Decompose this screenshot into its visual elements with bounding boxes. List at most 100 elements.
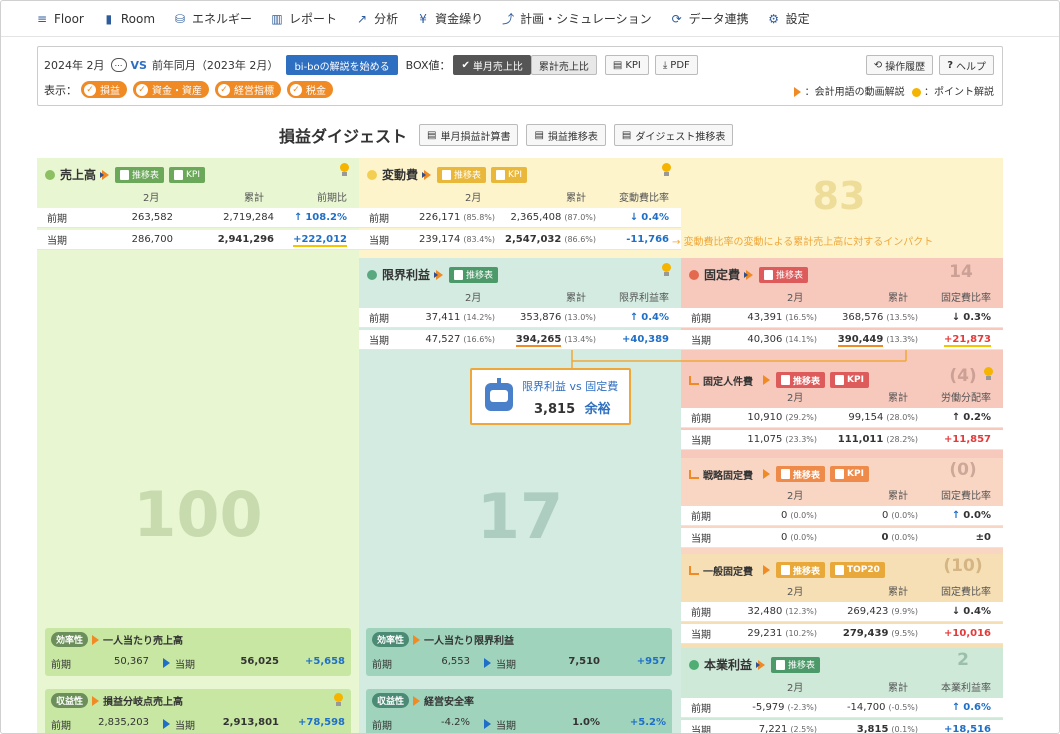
diff-value: -11,766	[626, 234, 669, 245]
nav-item-0[interactable]: ≡ Floor	[35, 12, 84, 26]
sales-per-person-card[interactable]: 効率性 一人当たり売上高 前期 50,367 当期 56,025 +5,658	[45, 628, 351, 676]
nav-item-3[interactable]: ▥ レポート	[270, 10, 337, 27]
month-percent: (14.1%)	[785, 335, 817, 344]
video-play-icon[interactable]	[413, 695, 421, 706]
video-play-icon[interactable]	[92, 695, 100, 706]
video-play-icon[interactable]	[763, 469, 770, 479]
display-chip-1[interactable]: ✓ 資金・資産	[133, 81, 209, 98]
comment-icon[interactable]: …	[110, 58, 127, 72]
help-label: ヘルプ	[956, 61, 986, 73]
breakeven-sales-card[interactable]: 収益性 損益分岐点売上高 前期 2,835,203 当期 2,913,801 +78,598	[45, 689, 351, 733]
variable-trend-button[interactable]: 推移表	[437, 166, 487, 183]
video-play-icon[interactable]	[434, 269, 444, 280]
table-header-row: 2月 累計 変動費比率	[359, 186, 681, 206]
operating-profit-panel: 本業利益 推移表 2 2月 累計 本業利益率 前期 -5,979 (-2.3%) -14,7…	[681, 648, 1003, 733]
fixed-trend-button[interactable]: 推移表	[759, 266, 809, 283]
operating-dot-icon	[689, 659, 699, 670]
row-label: 当期	[691, 534, 711, 545]
operating-trend-button[interactable]: 推移表	[771, 656, 821, 673]
card-title: 損益分岐点売上高	[103, 697, 184, 708]
data-link-icon: ⟳	[671, 11, 682, 26]
sales-trend-button[interactable]: 推移表	[115, 166, 165, 183]
cumulative-value: 2,365,408 (87.0%)	[510, 212, 596, 223]
table-header-row: 2月 累計 本業利益率	[681, 676, 1003, 696]
box-cumulative-button[interactable]: 累計売上比	[530, 55, 597, 75]
month-percent: (14.2%)	[463, 313, 495, 322]
display-chip-2[interactable]: ✓ 経営指標	[215, 81, 281, 98]
period-label[interactable]: 2024年 2月	[44, 57, 105, 73]
nav-item-1[interactable]: ▮ Room	[102, 12, 155, 26]
display-chip-label: 税金	[306, 86, 326, 97]
general-trend-button[interactable]: 推移表	[776, 562, 826, 578]
safety-ratio-card[interactable]: 収益性 経営安全率 前期 -4.2% 当期 1.0% +5.2%	[366, 689, 672, 733]
arrow-down-icon: ↓	[951, 606, 961, 617]
table-row: 当期 239,174 (83.4%) 2,547,032 (86.6%) -11,766	[359, 230, 681, 250]
lightbulb-icon[interactable]	[339, 163, 349, 177]
document-icon: ▤	[621, 129, 632, 141]
variable-box-value: 83	[812, 174, 866, 218]
compare-label[interactable]: 前年同月（2023年 2月）	[152, 57, 279, 73]
kpi-button[interactable]: ▤ KPI	[604, 55, 649, 75]
monthly-pl-button[interactable]: ▤ 単月損益計算書	[419, 124, 519, 146]
history-button[interactable]: ⟲ 操作履歴	[865, 55, 934, 75]
table-header-row: 2月 累計 限界利益率	[359, 286, 681, 306]
arrow-up-icon: ↑	[951, 510, 961, 521]
margin-dot-icon	[367, 269, 377, 280]
lightbulb-icon[interactable]	[661, 263, 671, 277]
legend-video-text: ：会計用語の動画解説	[804, 87, 905, 98]
digest-trend-button[interactable]: ▤ ダイジェスト推移表	[613, 124, 734, 146]
video-play-icon[interactable]	[413, 634, 421, 645]
video-play-icon[interactable]	[744, 269, 754, 280]
lightbulb-icon[interactable]	[661, 163, 671, 177]
nav-item-4[interactable]: ↗ 分析	[355, 10, 398, 27]
cumulative-value: -14,700 (-0.5%)	[847, 702, 918, 713]
sales-kpi-button[interactable]: KPI	[169, 166, 206, 183]
video-play-icon[interactable]	[763, 565, 770, 575]
card-header: 効率性 一人当たり限界利益	[372, 632, 514, 647]
ratio-text: 0.0%	[963, 510, 991, 521]
variable-kpi-button[interactable]: KPI	[491, 166, 528, 183]
display-chip-label: 経営指標	[234, 86, 274, 97]
cumulative-value: 394,265 (13.4%)	[515, 334, 596, 347]
nav-item-5[interactable]: ¥ 資金繰り	[416, 10, 483, 27]
video-play-icon[interactable]	[756, 659, 766, 670]
explain-start-button[interactable]: bi-boの解説を始める	[286, 55, 398, 75]
diff-text: ±0	[975, 532, 991, 543]
margin-trend-button[interactable]: 推移表	[449, 266, 499, 283]
box-single-button[interactable]: ✔ 単月売上比	[453, 55, 531, 75]
pdf-button[interactable]: ⤓ PDF	[654, 55, 698, 75]
nav-item-7[interactable]: ⟳ データ連携	[670, 10, 749, 27]
cumulative-amount: 2,719,284	[223, 212, 274, 223]
display-chip-3[interactable]: ✓ 税金	[287, 81, 333, 98]
nav-item-8[interactable]: ⚙ 設定	[767, 10, 809, 27]
nav-item-6[interactable]: ⤴ 計画・シミュレーション	[501, 10, 652, 27]
row-label: 前期	[691, 704, 711, 715]
lightbulb-icon[interactable]	[333, 693, 343, 707]
ratio-value: ↑ 108.2%	[294, 212, 347, 223]
video-play-icon[interactable]	[422, 169, 432, 180]
general-top20-button[interactable]: TOP20	[830, 562, 885, 578]
nav-item-2[interactable]: ⛁ エネルギー	[173, 10, 252, 27]
help-button[interactable]: ? ヘルプ	[939, 55, 994, 75]
month-amount: 10,910	[747, 412, 783, 423]
month-value: 0 (0.0%)	[781, 510, 817, 521]
diff-value: +11,857	[944, 434, 991, 445]
video-play-icon[interactable]	[92, 634, 100, 645]
display-chip-0[interactable]: ✓ 損益	[81, 81, 127, 98]
cumulative-amount: 390,449	[837, 334, 884, 347]
row-label: 当期	[47, 236, 67, 247]
margin-per-person-card[interactable]: 効率性 一人当たり限界利益 前期 6,553 当期 7,510 +957	[366, 628, 672, 676]
strategic-trend-button[interactable]: 推移表	[776, 466, 826, 482]
month-percent: (0.0%)	[790, 533, 817, 542]
cumulative-percent: (-0.5%)	[888, 703, 918, 712]
cumulative-percent: (13.5%)	[886, 313, 918, 322]
diff-value: +10,016	[944, 628, 991, 639]
lightbulb-icon[interactable]	[983, 367, 993, 381]
prev-value: 50,367	[114, 656, 149, 667]
video-play-icon[interactable]	[763, 375, 770, 385]
strategic-kpi-button[interactable]: KPI	[830, 466, 869, 482]
diff-value: +957	[636, 656, 666, 667]
video-play-icon[interactable]	[100, 169, 110, 180]
nav-item-label: Floor	[54, 11, 84, 26]
pl-trend-button[interactable]: ▤ 損益推移表	[526, 124, 606, 146]
